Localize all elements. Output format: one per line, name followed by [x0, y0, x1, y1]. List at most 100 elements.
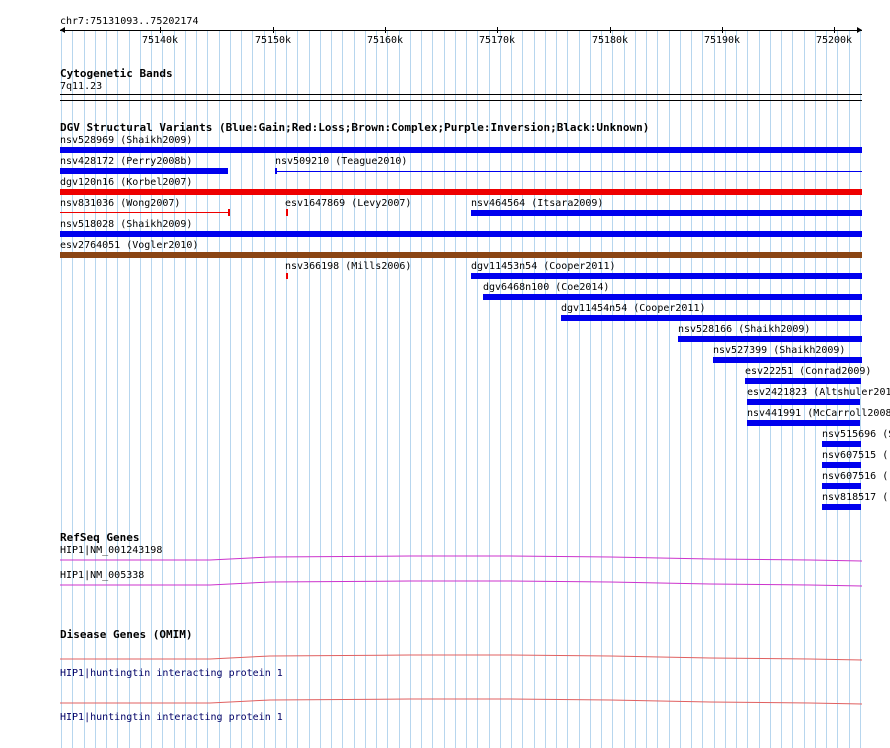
variant-label[interactable]: dgv6468n100 (Coe2014)	[483, 282, 609, 293]
variant-loss-line[interactable]	[60, 212, 228, 213]
variant-label[interactable]: dgv11453n54 (Cooper2011)	[471, 261, 616, 272]
variant-label[interactable]: nsv528166 (Shaikh2009)	[678, 324, 810, 335]
variant-gain-bar[interactable]	[60, 231, 862, 237]
grid-line	[579, 31, 580, 748]
grid-line	[219, 31, 220, 748]
ruler-tick	[722, 27, 723, 33]
grid-line	[241, 31, 242, 748]
grid-line	[736, 31, 737, 748]
variant-label[interactable]: nsv441991 (McCarroll2008	[747, 408, 890, 419]
dgv-track-title: DGV Structural Variants (Blue:Gain;Red:L…	[60, 121, 650, 134]
variant-label[interactable]: nsv527399 (Shaikh2009)	[713, 345, 845, 356]
variant-gain-bar[interactable]	[60, 147, 862, 153]
variant-label[interactable]: esv1647869 (Levy2007)	[285, 198, 411, 209]
variant-loss-end	[228, 209, 230, 216]
variant-label[interactable]: nsv818517 (	[822, 492, 888, 503]
variant-label[interactable]: nsv607515 (	[822, 450, 888, 461]
grid-line	[624, 31, 625, 748]
variant-label[interactable]: nsv366198 (Mills2006)	[285, 261, 411, 272]
ruler-tick-label: 75160k	[366, 35, 404, 46]
refseq-gene-model[interactable]	[0, 577, 890, 589]
variant-label[interactable]: nsv528969 (Shaikh2009)	[60, 135, 192, 146]
cytoband-track-title: Cytogenetic Bands	[60, 67, 173, 80]
variant-gain-bar[interactable]	[471, 210, 862, 216]
grid-line	[286, 31, 287, 748]
omim-gene-label[interactable]: HIP1|huntingtin interacting protein 1	[60, 712, 283, 723]
grid-line	[252, 31, 253, 748]
omim-track-title: Disease Genes (OMIM)	[60, 628, 193, 641]
grid-line	[207, 31, 208, 748]
grid-line	[612, 31, 613, 748]
grid-line	[387, 31, 388, 748]
grid-line	[320, 31, 321, 748]
grid-line	[309, 31, 310, 748]
grid-line	[702, 31, 703, 748]
grid-line	[500, 31, 501, 748]
ruler-tick-label: 75200k	[815, 35, 853, 46]
variant-label[interactable]: nsv428172 (Perry2008b)	[60, 156, 192, 167]
omim-gene-label[interactable]: HIP1|huntingtin interacting protein 1	[60, 668, 283, 679]
grid-line	[455, 31, 456, 748]
grid-line	[714, 31, 715, 748]
grid-line	[365, 31, 366, 748]
grid-line	[669, 31, 670, 748]
grid-line	[489, 31, 490, 748]
variant-label[interactable]: nsv464564 (Itsara2009)	[471, 198, 603, 209]
grid-line	[556, 31, 557, 748]
ruler-axis	[60, 30, 862, 31]
variant-gain-bar[interactable]	[471, 273, 862, 279]
cytoband-name[interactable]: 7q11.23	[60, 81, 102, 92]
ruler-tick-label: 75140k	[141, 35, 179, 46]
grid-line	[275, 31, 276, 748]
variant-gain-bar[interactable]	[747, 399, 860, 405]
variant-gain-bar[interactable]	[822, 504, 861, 510]
variant-gain-bar[interactable]	[822, 462, 861, 468]
variant-label[interactable]: nsv518028 (Shaikh2009)	[60, 219, 192, 230]
variant-label[interactable]: dgv11454n54 (Cooper2011)	[561, 303, 706, 314]
variant-label[interactable]: nsv831036 (Wong2007)	[60, 198, 180, 209]
variant-loss-bar[interactable]	[286, 273, 288, 279]
grid-line	[567, 31, 568, 748]
variant-loss-bar[interactable]	[60, 189, 862, 195]
grid-line	[297, 31, 298, 748]
ruler-tick	[273, 27, 274, 33]
omim-gene-model[interactable]	[0, 650, 890, 662]
ruler-right-arrow	[857, 27, 862, 33]
grid-line	[230, 31, 231, 748]
variant-gain-bar[interactable]	[745, 378, 861, 384]
grid-line	[196, 31, 197, 748]
variant-gain-bar[interactable]	[822, 483, 861, 489]
variant-gain-bar[interactable]	[561, 315, 862, 321]
variant-label[interactable]: esv2421823 (Altshuler201	[747, 387, 890, 398]
ruler-tick	[610, 27, 611, 33]
variant-label[interactable]: nsv607516 (	[822, 471, 888, 482]
variant-gain-bar[interactable]	[60, 168, 228, 174]
grid-line	[432, 31, 433, 748]
ruler-tick-label: 75190k	[703, 35, 741, 46]
grid-line	[466, 31, 467, 748]
variant-label[interactable]: nsv515696 (S	[822, 429, 890, 440]
variant-gain-bar[interactable]	[822, 441, 861, 447]
grid-line	[511, 31, 512, 748]
variant-label[interactable]: esv22251 (Conrad2009)	[745, 366, 871, 377]
variant-label[interactable]: esv2764051 (Vogler2010)	[60, 240, 198, 251]
variant-gain-bar[interactable]	[483, 294, 862, 300]
variant-gain-bar[interactable]	[747, 420, 860, 426]
ruler-tick	[385, 27, 386, 33]
variant-gain-bar[interactable]	[678, 336, 862, 342]
grid-line	[635, 31, 636, 748]
grid-line	[421, 31, 422, 748]
variant-loss-bar[interactable]	[286, 209, 288, 216]
grid-line	[354, 31, 355, 748]
variant-label[interactable]: dgv120n16 (Korbel2007)	[60, 177, 192, 188]
refseq-gene-model[interactable]	[0, 552, 890, 564]
variant-gain-line[interactable]	[275, 171, 862, 172]
variant-gain-bar[interactable]	[713, 357, 862, 363]
omim-gene-model[interactable]	[0, 694, 890, 706]
variant-label[interactable]: nsv509210 (Teague2010)	[275, 156, 407, 167]
grid-line	[410, 31, 411, 748]
variant-complex-bar[interactable]	[60, 252, 862, 258]
grid-line	[646, 31, 647, 748]
grid-line	[691, 31, 692, 748]
grid-line	[601, 31, 602, 748]
